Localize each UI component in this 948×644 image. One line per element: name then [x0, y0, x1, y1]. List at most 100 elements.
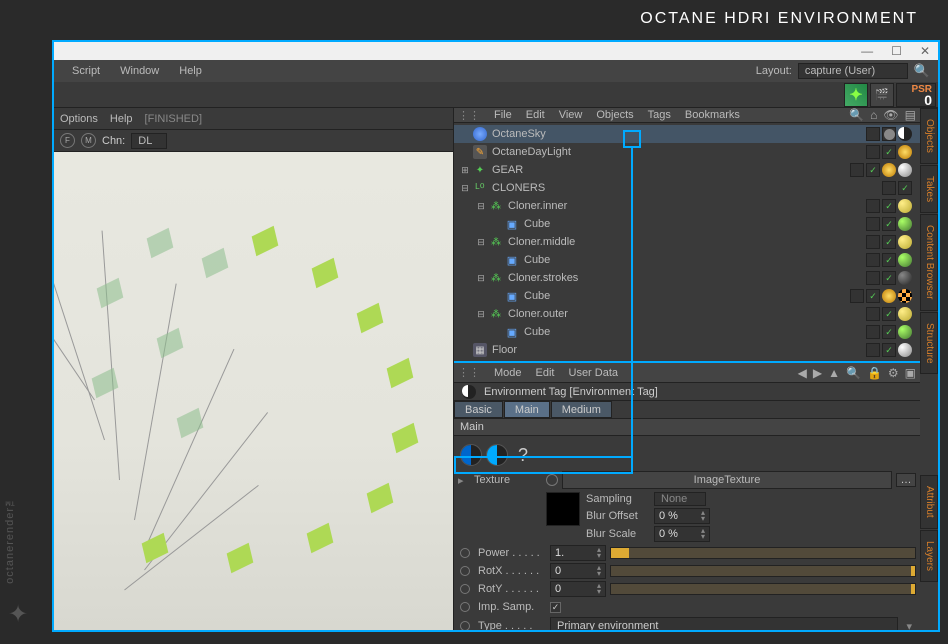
- roty-field[interactable]: 0▴▾: [550, 581, 606, 597]
- power-field[interactable]: 1.▴▾: [550, 545, 606, 561]
- tag-check[interactable]: ✓: [882, 235, 896, 249]
- sampling-select[interactable]: None: [654, 492, 706, 506]
- tree-row[interactable]: ⊞✦GEAR✓: [454, 161, 920, 179]
- tag-check[interactable]: ✓: [882, 253, 896, 267]
- tag-env[interactable]: [898, 127, 912, 141]
- attr-menu-edit[interactable]: Edit: [536, 367, 555, 379]
- impsamp-anim-radio[interactable]: [460, 602, 470, 612]
- tag-sun[interactable]: [898, 145, 912, 159]
- tree-row[interactable]: ▣Cube✓: [454, 323, 920, 341]
- texture-browse-button[interactable]: …: [896, 473, 916, 487]
- impsamp-checkbox[interactable]: ✓: [550, 602, 561, 613]
- tag-check[interactable]: ✓: [866, 163, 880, 177]
- rotx-anim-radio[interactable]: [460, 566, 470, 576]
- om-menu-bookmarks[interactable]: Bookmarks: [685, 109, 740, 121]
- om-list-icon[interactable]: ▤: [905, 108, 916, 122]
- blur-offset-field[interactable]: 0 %▴▾: [654, 508, 710, 524]
- expand-toggle[interactable]: ⊟: [476, 273, 486, 284]
- maximize-button[interactable]: ☐: [891, 44, 902, 58]
- side-tab-structure[interactable]: Structure: [920, 312, 938, 375]
- minimize-button[interactable]: —: [861, 44, 873, 58]
- tag-check[interactable]: ✓: [882, 199, 896, 213]
- tag-box[interactable]: [882, 181, 896, 195]
- rotx-field[interactable]: 0▴▾: [550, 563, 606, 579]
- tree-row[interactable]: ✎OctaneDayLight✓: [454, 143, 920, 161]
- tag-sphere[interactable]: [898, 163, 912, 177]
- tree-row[interactable]: ⊟ᴸ⁰CLONERS✓: [454, 179, 920, 197]
- tag-box[interactable]: [866, 325, 880, 339]
- attr-menu-mode[interactable]: Mode: [494, 367, 522, 379]
- tree-row[interactable]: ▣Cube✓: [454, 251, 920, 269]
- octane-live-icon[interactable]: ✦: [844, 83, 868, 107]
- attr-tab-medium[interactable]: Medium: [551, 401, 612, 418]
- tag-dot[interactable]: [882, 127, 896, 141]
- rotx-slider[interactable]: [610, 565, 916, 577]
- psr-counter[interactable]: PSR0: [896, 83, 936, 107]
- power-slider[interactable]: [610, 547, 916, 559]
- attr-search-icon[interactable]: 🔍: [846, 366, 861, 380]
- tag-green[interactable]: [898, 217, 912, 231]
- attr-tab-basic[interactable]: Basic: [454, 401, 503, 418]
- roty-anim-radio[interactable]: [460, 584, 470, 594]
- layout-select[interactable]: capture (User): [798, 63, 908, 79]
- side-tab-objects[interactable]: Objects: [920, 108, 938, 164]
- mask-icon[interactable]: M: [81, 133, 96, 148]
- tag-check[interactable]: ✓: [882, 217, 896, 231]
- roty-slider[interactable]: [610, 583, 916, 595]
- texture-button[interactable]: ImageTexture: [562, 471, 892, 489]
- tag-sun[interactable]: [882, 289, 896, 303]
- type-anim-radio[interactable]: [460, 621, 470, 630]
- expand-toggle[interactable]: ⊟: [476, 201, 486, 212]
- tree-row[interactable]: ▣Cube✓: [454, 215, 920, 233]
- viewport-menu-help[interactable]: Help: [110, 113, 133, 125]
- tag-box[interactable]: [866, 199, 880, 213]
- tag-check[interactable]: ✓: [866, 289, 880, 303]
- help-icon[interactable]: ?: [512, 445, 528, 466]
- tag-yellow[interactable]: [898, 307, 912, 321]
- expand-toggle[interactable]: ⊟: [460, 183, 470, 194]
- focus-icon[interactable]: F: [60, 133, 75, 148]
- search-icon[interactable]: 🔍: [914, 63, 930, 79]
- nav-back-icon[interactable]: ◀: [798, 366, 807, 380]
- tag-green[interactable]: [898, 253, 912, 267]
- tag-check[interactable]: ✓: [882, 343, 896, 357]
- attr-new-icon[interactable]: ▣: [905, 366, 916, 380]
- tag-box[interactable]: [866, 217, 880, 231]
- tree-row[interactable]: ⊟⁂Cloner.inner✓: [454, 197, 920, 215]
- texture-preview-swatch[interactable]: [546, 492, 580, 526]
- tag-dark[interactable]: [898, 271, 912, 285]
- menu-help[interactable]: Help: [169, 65, 212, 77]
- side-tab-attribut[interactable]: Attribut: [920, 475, 938, 529]
- type-select[interactable]: Primary environment: [550, 617, 898, 630]
- tag-check[interactable]: ✓: [882, 271, 896, 285]
- side-tab-takes[interactable]: Takes: [920, 165, 938, 213]
- om-home-icon[interactable]: ⌂: [870, 108, 877, 122]
- viewport-menu-options[interactable]: Options: [60, 113, 98, 125]
- attr-lock-icon[interactable]: 🔒: [867, 366, 882, 380]
- om-menu-file[interactable]: File: [494, 109, 512, 121]
- render-viewport[interactable]: [54, 152, 453, 630]
- env-visible-icon[interactable]: [486, 444, 508, 466]
- tag-box[interactable]: [866, 127, 880, 141]
- tree-row[interactable]: ▣Cube✓: [454, 287, 920, 305]
- attr-settings-icon[interactable]: ⚙: [888, 366, 899, 380]
- tree-row[interactable]: ⊟⁂Cloner.outer✓: [454, 305, 920, 323]
- tag-box[interactable]: [866, 307, 880, 321]
- om-search-icon[interactable]: 🔍: [849, 108, 864, 122]
- om-menu-edit[interactable]: Edit: [526, 109, 545, 121]
- nav-up-icon[interactable]: ▲: [828, 366, 840, 380]
- object-tree[interactable]: OctaneSky✎OctaneDayLight✓⊞✦GEAR✓⊟ᴸ⁰CLONE…: [454, 123, 920, 361]
- texture-play-icon[interactable]: [546, 474, 558, 486]
- channel-select[interactable]: DL: [131, 133, 167, 149]
- tag-checker[interactable]: [898, 289, 912, 303]
- tag-check[interactable]: ✓: [882, 145, 896, 159]
- expand-toggle[interactable]: ⊞: [460, 165, 470, 176]
- tag-box[interactable]: [850, 289, 864, 303]
- menu-window[interactable]: Window: [110, 65, 169, 77]
- tree-row[interactable]: OctaneSky: [454, 125, 920, 143]
- tag-box[interactable]: [850, 163, 864, 177]
- picture-viewer-icon[interactable]: 🎬: [870, 83, 894, 107]
- tag-box[interactable]: [866, 271, 880, 285]
- expand-toggle[interactable]: ⊟: [476, 309, 486, 320]
- menu-script[interactable]: Script: [62, 65, 110, 77]
